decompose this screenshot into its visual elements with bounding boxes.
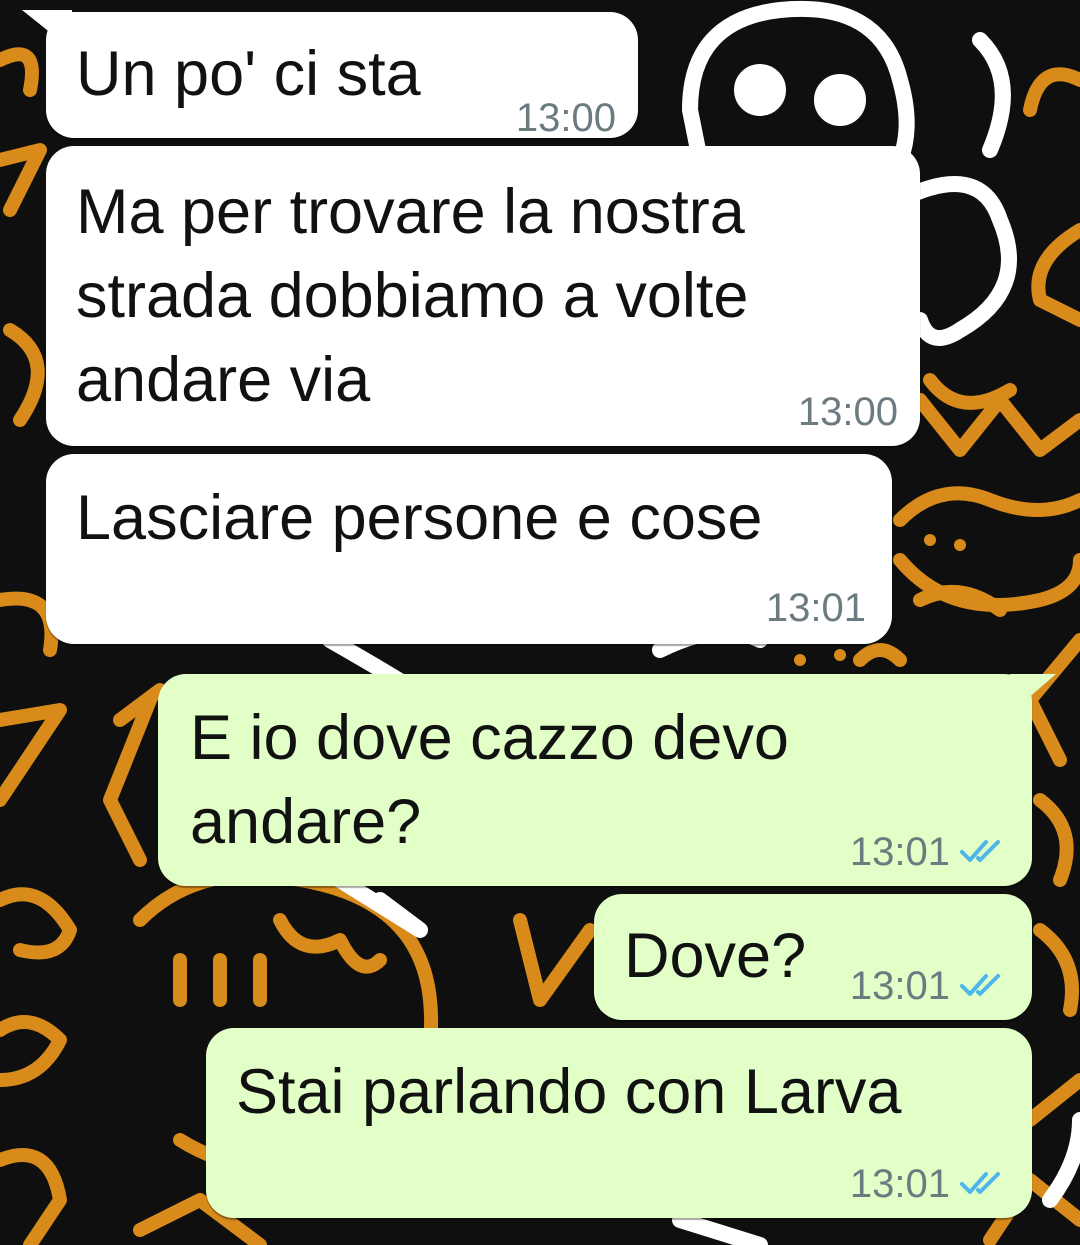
message-timestamp: 13:01 (765, 586, 866, 630)
message-bubble-incoming[interactable]: Ma per trovare la nostra strada dobbiamo… (46, 146, 920, 446)
message-timestamp: 13:01 (849, 830, 950, 874)
message-bubble-outgoing[interactable]: E io dove cazzo devo andare? 13:01 (158, 674, 1032, 886)
message-text-line: andare via (76, 345, 371, 415)
message-text: Un po' ci sta (76, 39, 421, 109)
message-text-line: E io dove cazzo devo (190, 703, 789, 773)
message-bubble-incoming[interactable]: Un po' ci sta 13:00 (46, 12, 638, 138)
message-text-line: Ma per trovare la nostra (76, 177, 745, 247)
message-text: Dove? (624, 921, 807, 991)
message-bubble-outgoing[interactable]: Dove? 13:01 (594, 894, 1032, 1020)
message-timestamp: 13:01 (849, 1162, 950, 1206)
message-timestamp: 13:00 (797, 390, 898, 434)
message-bubble-incoming[interactable]: Lasciare persone e cose 13:01 (46, 454, 892, 644)
message-timestamp: 13:00 (515, 96, 616, 140)
double-check-icon (960, 840, 1000, 862)
message-text-line: strada dobbiamo a volte (76, 261, 749, 331)
message-text-line: andare? (190, 787, 422, 857)
double-check-icon (960, 1172, 1000, 1194)
message-bubble-outgoing[interactable]: Stai parlando con Larva 13:01 (206, 1028, 1032, 1218)
message-text: Stai parlando con Larva (236, 1057, 902, 1127)
message-text: Lasciare persone e cose (76, 483, 763, 553)
message-timestamp: 13:01 (849, 964, 950, 1008)
double-check-icon (960, 974, 1000, 996)
